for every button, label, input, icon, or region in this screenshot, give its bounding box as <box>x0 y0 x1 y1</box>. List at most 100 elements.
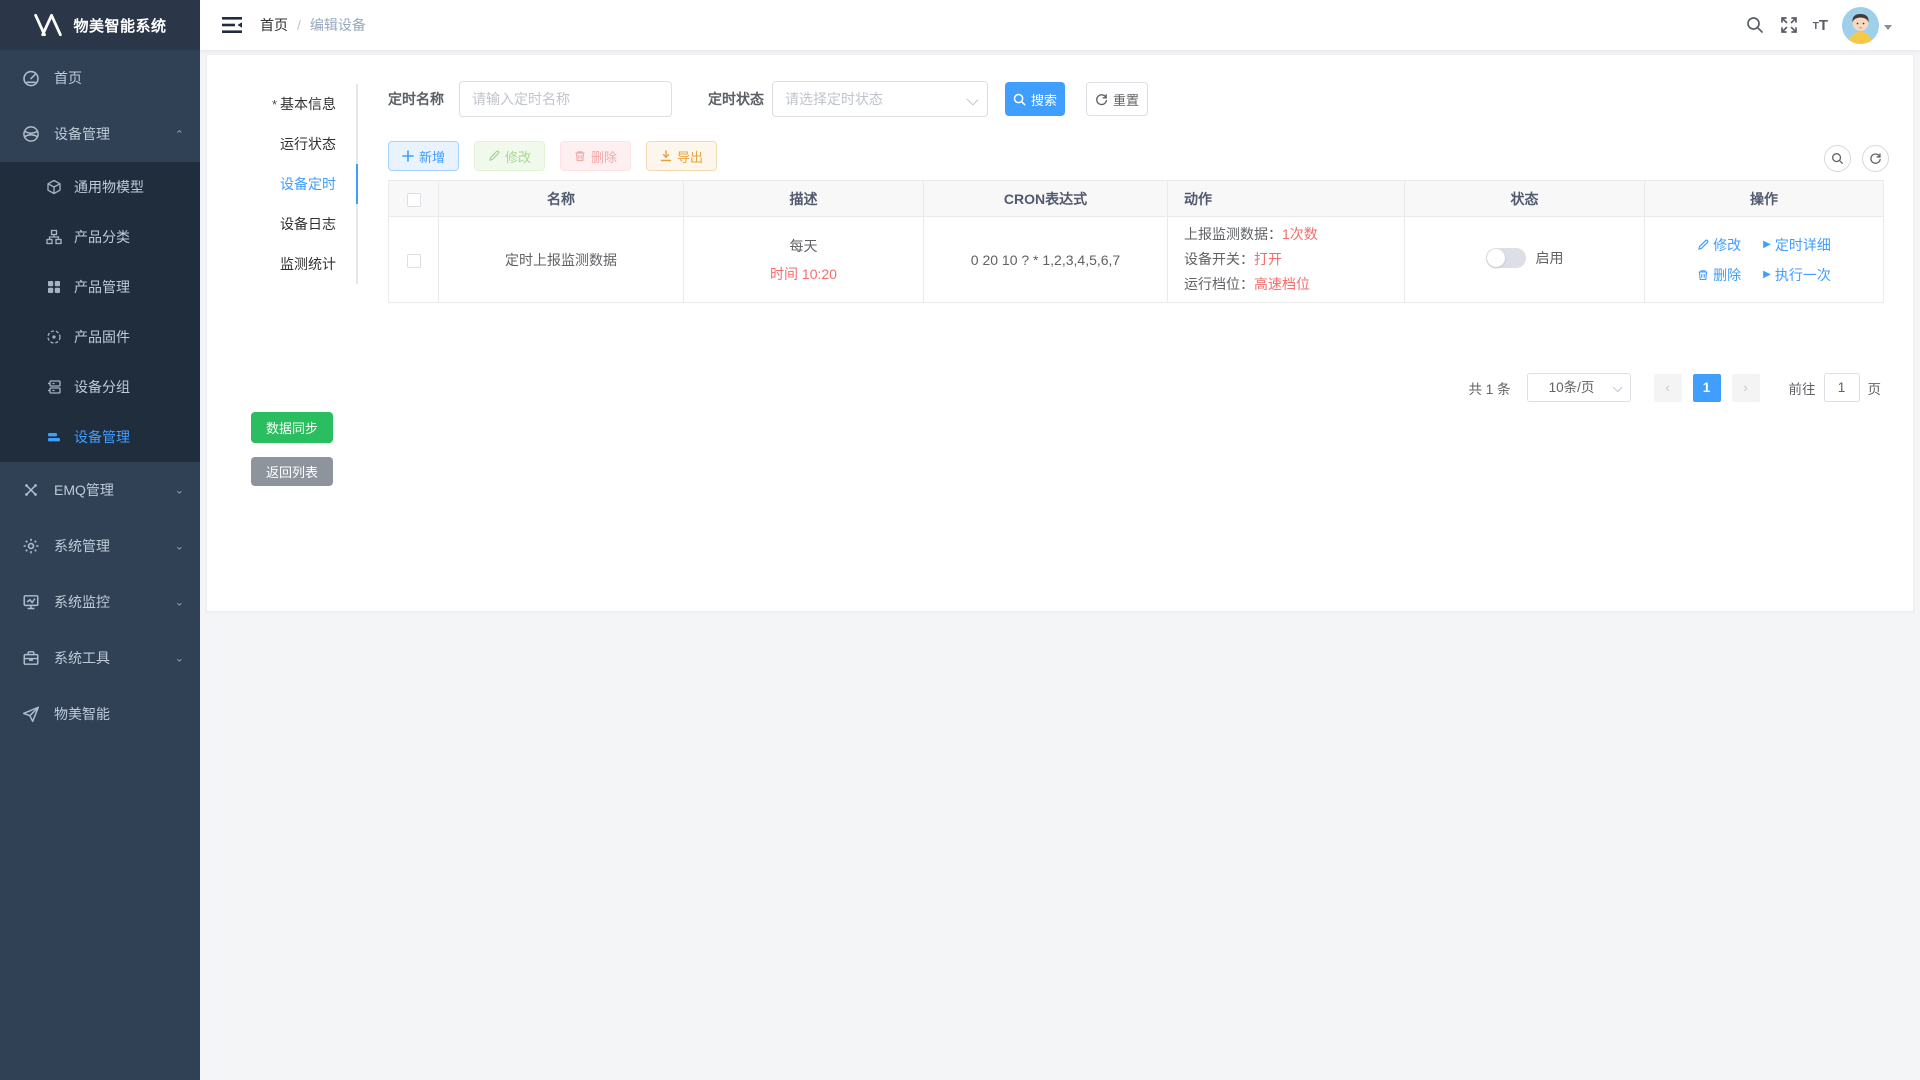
timer-status-select[interactable]: 请选择定时状态 <box>772 81 988 117</box>
avatar[interactable] <box>1842 7 1879 44</box>
row-checkbox[interactable] <box>407 254 421 268</box>
add-button[interactable]: 新增 <box>388 141 459 171</box>
navbar-actions: TT <box>1745 7 1920 44</box>
table-header-row: 名称 描述 CRON表达式 动作 状态 操作 <box>389 181 1884 217</box>
action-line: 设备开关：打开 <box>1184 247 1404 272</box>
trash-icon <box>1697 269 1709 281</box>
goto-page-input[interactable] <box>1824 373 1860 402</box>
tab-active-indicator <box>356 164 358 204</box>
sidebar-item-label: EMQ管理 <box>54 480 114 500</box>
edit-button[interactable]: 修改 <box>474 141 545 171</box>
timer-status-label: 定时状态 <box>708 81 764 117</box>
description-time: 时间 10:20 <box>684 264 923 284</box>
sidebar-item-home[interactable]: 首页 <box>0 50 200 106</box>
op-run-once-link[interactable]: ▶ 执行一次 <box>1763 265 1831 285</box>
sidebar-item-system-management[interactable]: 系统管理 ⌄ <box>0 518 200 574</box>
fullscreen-icon[interactable] <box>1779 15 1799 35</box>
description-primary: 每天 <box>684 236 923 256</box>
caret-down-icon <box>1884 25 1892 34</box>
plus-icon <box>402 150 414 162</box>
chevron-down-icon: ⌄ <box>175 596 184 608</box>
logo[interactable]: 物美智能系统 <box>0 0 200 50</box>
sidebar-item-device-management[interactable]: 设备管理 ⌃ <box>0 106 200 162</box>
row-status-cell: 启用 <box>1405 217 1645 303</box>
header-select-all <box>389 181 439 217</box>
header-name: 名称 <box>439 181 684 217</box>
device-management-icon <box>22 125 40 143</box>
font-size-icon[interactable]: TT <box>1813 17 1828 34</box>
header-search-icon[interactable] <box>1745 15 1765 35</box>
timer-table: 名称 描述 CRON表达式 动作 状态 操作 定时上报监测数据 每天 时间 10… <box>388 180 1884 303</box>
export-button[interactable]: 导出 <box>646 141 717 171</box>
chevron-down-icon: ⌄ <box>175 484 184 496</box>
sidebar-item-device-list[interactable]: 设备管理 <box>0 412 200 462</box>
search-button[interactable]: 搜索 <box>1005 82 1065 116</box>
table-row: 定时上报监测数据 每天 时间 10:20 0 20 10 ? * 1,2,3,4… <box>389 217 1884 303</box>
sidebar-item-product-category[interactable]: 产品分类 <box>0 212 200 262</box>
gear-icon <box>22 537 40 555</box>
data-sync-button[interactable]: 数据同步 <box>251 412 333 443</box>
goto-page: 前往 页 <box>1789 373 1882 402</box>
tab-basic-info[interactable]: *基本信息 <box>207 84 356 124</box>
user-menu[interactable] <box>1842 7 1892 44</box>
header-action: 动作 <box>1168 181 1405 217</box>
op-delete-link[interactable]: 删除 <box>1697 265 1741 285</box>
side-action-buttons: 数据同步 返回列表 <box>251 412 351 486</box>
select-all-checkbox[interactable] <box>407 193 421 207</box>
op-timer-detail-link[interactable]: ▶ 定时详细 <box>1763 235 1831 255</box>
action-line: 上报监测数据：1次数 <box>1184 222 1404 247</box>
page-number-1[interactable]: 1 <box>1693 374 1721 402</box>
chevron-down-icon: ⌄ <box>175 652 184 664</box>
sidebar-item-label: 系统管理 <box>54 536 110 556</box>
header-status: 状态 <box>1405 181 1645 217</box>
sidebar-item-label: 系统工具 <box>54 648 110 668</box>
back-to-list-button[interactable]: 返回列表 <box>251 457 333 486</box>
sidebar-item-label: 设备管理 <box>54 124 110 144</box>
next-page-button[interactable]: › <box>1732 374 1760 402</box>
row-description-cell: 每天 时间 10:20 <box>684 217 924 303</box>
device-list-icon <box>46 429 62 445</box>
refresh-table-button[interactable] <box>1862 145 1889 172</box>
app-root: 物美智能系统 首页 设备管理 ⌃ 通用物模型 产品分类 <box>0 0 1920 1080</box>
select-placeholder: 请选择定时状态 <box>785 91 883 107</box>
sidebar-item-wumei-smart[interactable]: 物美智能 <box>0 686 200 742</box>
device-management-submenu: 通用物模型 产品分类 产品管理 产品固件 设备分组 <box>0 162 200 462</box>
breadcrumb-home[interactable]: 首页 <box>260 15 288 35</box>
app-title: 物美智能系统 <box>73 15 166 36</box>
sidebar-item-thing-model[interactable]: 通用物模型 <box>0 162 200 212</box>
collapse-sidebar-icon[interactable] <box>222 17 242 33</box>
sidebar-menu: 首页 设备管理 ⌃ 通用物模型 产品分类 产品管理 <box>0 50 200 742</box>
reset-button[interactable]: 重置 <box>1086 82 1148 116</box>
status-toggle[interactable] <box>1486 248 1526 268</box>
sidebar-item-device-group[interactable]: 设备分组 <box>0 362 200 412</box>
caret-right-icon: ▶ <box>1763 269 1771 280</box>
header-description: 描述 <box>684 181 924 217</box>
tab-device-log[interactable]: 设备日志 <box>207 204 356 244</box>
status-label: 启用 <box>1536 248 1564 268</box>
prev-page-button[interactable]: ‹ <box>1654 374 1682 402</box>
sidebar-item-system-tools[interactable]: 系统工具 ⌄ <box>0 630 200 686</box>
sidebar-item-system-monitor[interactable]: 系统监控 ⌄ <box>0 574 200 630</box>
tab-monitor-stats[interactable]: 监测统计 <box>207 244 356 284</box>
delete-button[interactable]: 删除 <box>560 141 631 171</box>
page-unit-label: 页 <box>1868 378 1882 398</box>
op-edit-link[interactable]: 修改 <box>1697 235 1741 255</box>
sidebar-item-product-management[interactable]: 产品管理 <box>0 262 200 312</box>
trash-icon <box>574 150 586 162</box>
timer-name-input[interactable] <box>459 81 672 117</box>
firmware-target-icon <box>46 329 62 345</box>
pagination: 共 1 条 10条/页 ‹ 1 › 前往 页 <box>1468 373 1881 402</box>
device-group-icon <box>46 379 62 395</box>
sidebar-item-emq-management[interactable]: EMQ管理 ⌄ <box>0 462 200 518</box>
search-icon <box>1013 93 1026 106</box>
sidebar-item-product-firmware[interactable]: 产品固件 <box>0 312 200 362</box>
emq-arrows-icon <box>22 481 40 499</box>
refresh-icon <box>1869 152 1882 165</box>
toggle-search-button[interactable] <box>1824 145 1851 172</box>
row-operations-cell: 修改 ▶ 定时详细 删除 ▶ <box>1645 217 1884 303</box>
tab-device-timer[interactable]: 设备定时 <box>207 164 356 204</box>
tab-run-status[interactable]: 运行状态 <box>207 124 356 164</box>
page-size-select[interactable]: 10条/页 <box>1527 373 1631 402</box>
sidebar-item-label: 物美智能 <box>54 704 110 724</box>
goto-label: 前往 <box>1789 378 1816 398</box>
